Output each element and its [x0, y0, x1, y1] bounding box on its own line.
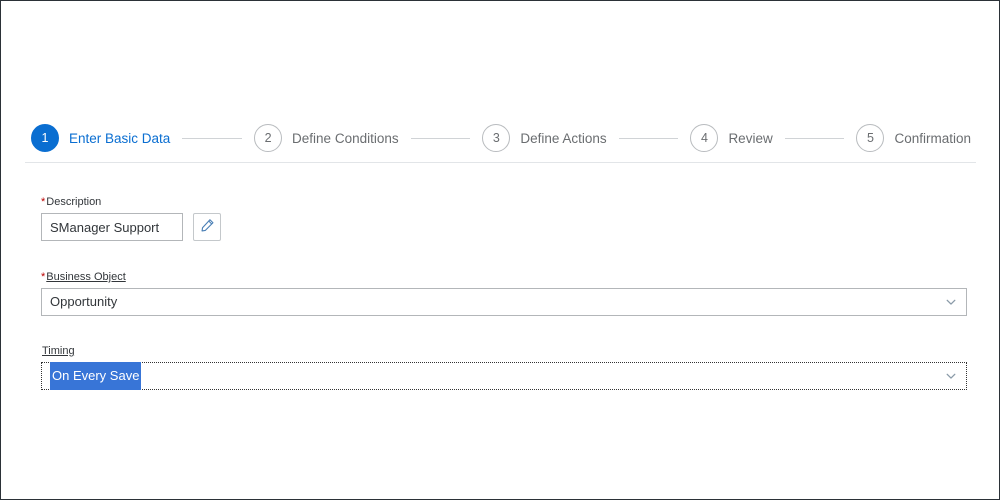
wizard-step-2-label: Define Conditions: [292, 130, 399, 146]
timing-label-text: Timing: [42, 345, 75, 357]
wizard-step-1-label: Enter Basic Data: [69, 130, 171, 146]
basic-data-form: *Description *Business Object Opportun: [41, 192, 967, 390]
wizard-step-4-number: 4: [690, 124, 719, 152]
business-object-required-asterisk: *: [41, 271, 46, 283]
wizard-step-4-label: Review: [728, 130, 773, 146]
business-object-field-group: *Business Object Opportunity: [41, 267, 967, 316]
description-input[interactable]: [41, 213, 183, 241]
business-object-label-text: Business Object: [46, 271, 126, 283]
wizard-step-5-number: 5: [856, 124, 885, 152]
wizard-step-3-label: Define Actions: [520, 130, 607, 146]
description-label-text: Description: [46, 196, 102, 208]
chevron-down-icon: [945, 370, 957, 382]
wizard-connector-1: [182, 137, 243, 139]
timing-label: Timing: [41, 344, 75, 358]
timing-field-group: Timing On Every Save: [41, 341, 967, 390]
wizard-step-3[interactable]: 3 Define Actions: [482, 124, 607, 152]
wizard-step-2-number: 2: [254, 124, 283, 152]
business-object-select[interactable]: Opportunity: [41, 288, 967, 316]
wizard-connector-3: [618, 137, 679, 139]
wizard-page: 1 Enter Basic Data 2 Define Conditions 3…: [0, 0, 1000, 500]
wizard-step-5-label: Confirmation: [894, 130, 971, 146]
description-field-group: *Description: [41, 192, 967, 241]
wizard-progress-bar: 1 Enter Basic Data 2 Define Conditions 3…: [31, 119, 971, 157]
business-object-label: *Business Object: [41, 270, 126, 284]
description-required-asterisk: *: [41, 196, 46, 208]
timing-select[interactable]: On Every Save: [41, 362, 967, 390]
wizard-step-1[interactable]: 1 Enter Basic Data: [31, 124, 170, 152]
pencil-icon: [200, 218, 215, 236]
business-object-value: Opportunity: [50, 294, 118, 309]
wizard-step-4[interactable]: 4 Review: [690, 124, 773, 152]
description-input-row: [41, 213, 967, 241]
wizard-step-2[interactable]: 2 Define Conditions: [254, 124, 399, 152]
wizard-connector-2: [410, 137, 471, 139]
chevron-down-icon: [945, 296, 957, 308]
wizard-separator: [25, 162, 976, 163]
wizard-step-1-number: 1: [31, 124, 59, 152]
description-label: *Description: [41, 195, 101, 209]
wizard-connector-4: [784, 137, 845, 139]
wizard-step-5[interactable]: 5 Confirmation: [856, 124, 971, 152]
timing-value: On Every Save: [50, 362, 142, 390]
description-edit-button[interactable]: [193, 213, 221, 241]
wizard-step-3-number: 3: [482, 124, 511, 152]
